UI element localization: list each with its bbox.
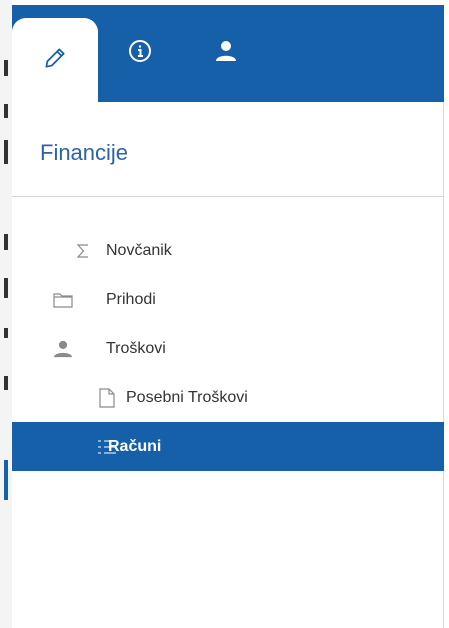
tree-item-novcanik[interactable]: Novčanik xyxy=(12,226,444,275)
tree-item-posebni-troskovi[interactable]: Posebni Troškovi xyxy=(12,373,444,422)
document-icon xyxy=(96,387,118,409)
background-mark xyxy=(4,278,8,298)
tab-bar xyxy=(12,5,444,102)
tree-item-label: Novčanik xyxy=(106,241,172,259)
tab-info[interactable] xyxy=(112,5,168,102)
tree-item-racuni[interactable]: Računi xyxy=(12,422,444,471)
panel-header: Financije xyxy=(12,102,444,197)
background-mark xyxy=(4,460,8,500)
background-mark xyxy=(4,140,8,164)
navigation-tree: Novčanik Prihodi Troškovi Posebni Troško… xyxy=(12,226,444,471)
tree-item-label: Posebni Troškovi xyxy=(126,388,248,406)
tree-item-label: Prihodi xyxy=(106,290,156,308)
background-strip xyxy=(0,0,12,628)
tree-item-prihodi[interactable]: Prihodi xyxy=(12,275,444,324)
tab-user[interactable] xyxy=(198,5,254,102)
background-mark xyxy=(4,328,8,338)
tab-edit[interactable] xyxy=(12,18,98,102)
sigma-icon xyxy=(72,240,94,262)
background-strip xyxy=(444,0,449,628)
background-mark xyxy=(4,104,8,118)
page-title: Financije xyxy=(40,140,129,165)
user-icon xyxy=(214,39,238,68)
pencil-icon xyxy=(42,45,68,76)
background-mark xyxy=(4,376,8,390)
folder-icon xyxy=(52,289,74,311)
background-mark xyxy=(4,234,8,250)
tree-item-troskovi[interactable]: Troškovi xyxy=(12,324,444,373)
tree-item-label: Troškovi xyxy=(106,339,166,357)
user-icon xyxy=(52,338,74,360)
side-panel: Financije Novčanik Prihodi Troškovi Pose… xyxy=(12,5,444,628)
background-mark xyxy=(4,60,8,76)
info-icon xyxy=(128,39,152,68)
tree-item-label: Računi xyxy=(108,437,162,455)
